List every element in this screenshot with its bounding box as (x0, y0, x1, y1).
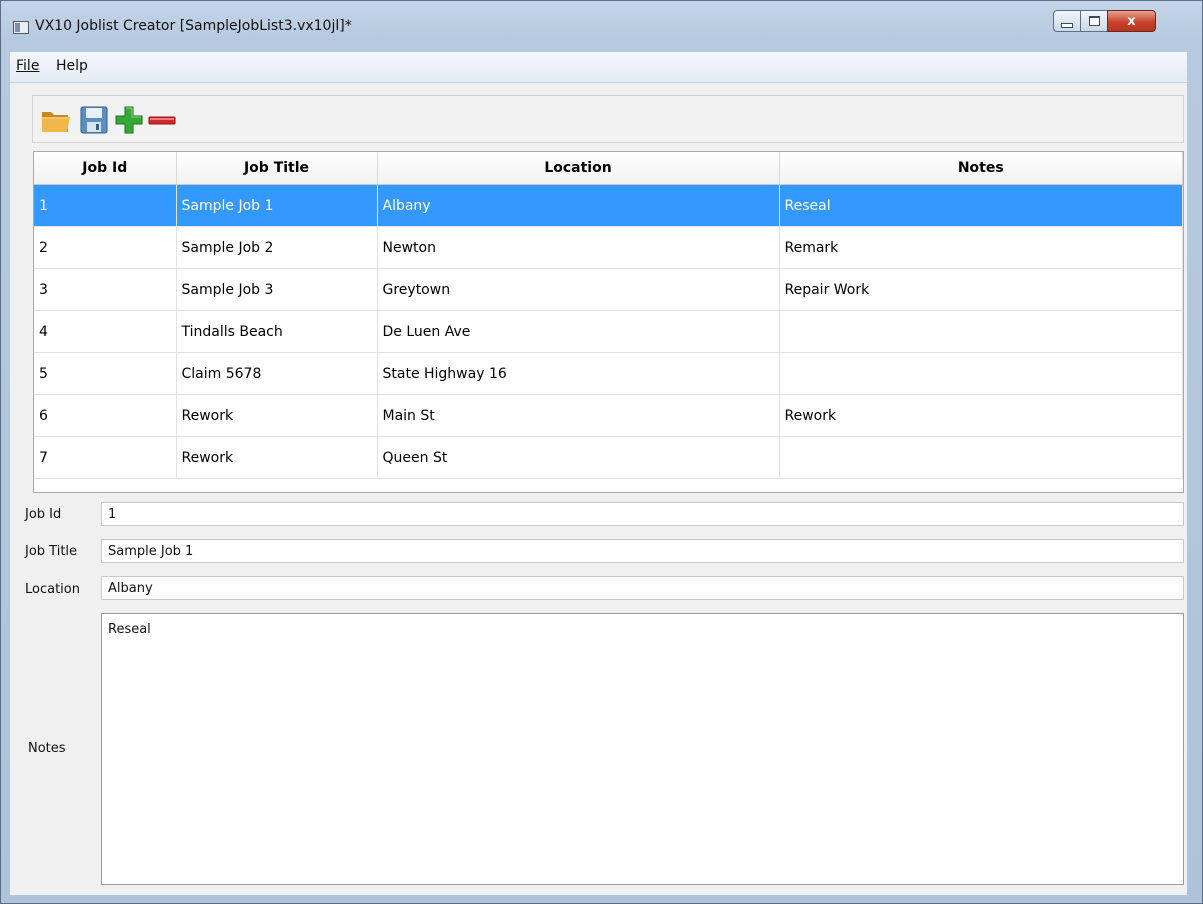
column-header-location[interactable]: Location (377, 152, 780, 185)
cell-location[interactable]: Newton (377, 226, 780, 269)
add-icon[interactable] (113, 104, 145, 136)
maximize-button[interactable] (1080, 10, 1108, 32)
title-bar[interactable]: VX10 Joblist Creator [SampleJobList3.vx1… (1, 1, 1202, 51)
job-id-label: Job Id (25, 507, 62, 522)
cell-job-id[interactable]: 1 (34, 184, 177, 227)
table-row[interactable]: 2 Sample Job 2 Newton Remark (34, 226, 1183, 269)
cell-job-title[interactable]: Rework (176, 394, 378, 437)
menu-file-label: File (16, 58, 40, 74)
toolbar (32, 95, 1184, 143)
cell-location[interactable]: Greytown (377, 268, 780, 311)
cell-location[interactable]: Albany (377, 184, 780, 227)
location-label: Location (25, 582, 80, 597)
table-header-row: Job Id Job Title Location Notes (34, 152, 1183, 185)
location-field[interactable] (101, 576, 1184, 600)
cell-notes[interactable] (779, 310, 1183, 353)
remove-icon[interactable] (146, 104, 178, 136)
job-id-field[interactable] (101, 502, 1184, 526)
notes-label: Notes (28, 741, 66, 756)
table-row[interactable]: 4 Tindalls Beach De Luen Ave (34, 310, 1183, 353)
job-title-label: Job Title (25, 544, 78, 559)
cell-notes[interactable]: Remark (779, 226, 1183, 269)
save-icon[interactable] (78, 104, 110, 136)
cell-job-id[interactable]: 7 (34, 436, 177, 479)
close-icon: x (1127, 13, 1136, 29)
cell-location[interactable]: Main St (377, 394, 780, 437)
cell-job-title[interactable]: Rework (176, 436, 378, 479)
cell-notes[interactable]: Rework (779, 394, 1183, 437)
cell-job-title[interactable]: Tindalls Beach (176, 310, 378, 353)
table-row[interactable]: 6 Rework Main St Rework (34, 394, 1183, 437)
column-header-notes[interactable]: Notes (779, 152, 1183, 185)
table-row[interactable]: 3 Sample Job 3 Greytown Repair Work (34, 268, 1183, 311)
app-icon (13, 21, 29, 34)
cell-job-id[interactable]: 6 (34, 394, 177, 437)
cell-job-title[interactable]: Claim 5678 (176, 352, 378, 395)
main-panel: Job Id Job Title Location Notes 1 Sample… (10, 83, 1187, 895)
menu-help[interactable]: Help (56, 58, 88, 74)
cell-notes[interactable] (779, 352, 1183, 395)
column-header-job-id[interactable]: Job Id (34, 152, 177, 185)
job-title-field[interactable] (101, 539, 1184, 563)
cell-job-id[interactable]: 2 (34, 226, 177, 269)
table-row[interactable]: 7 Rework Queen St (34, 436, 1183, 479)
cell-location[interactable]: Queen St (377, 436, 780, 479)
table-row[interactable]: 5 Claim 5678 State Highway 16 (34, 352, 1183, 395)
menu-bar: File Help (10, 52, 1187, 83)
minimize-button[interactable] (1053, 10, 1081, 32)
cell-location[interactable]: De Luen Ave (377, 310, 780, 353)
cell-job-id[interactable]: 5 (34, 352, 177, 395)
cell-notes[interactable]: Repair Work (779, 268, 1183, 311)
app-window: VX10 Joblist Creator [SampleJobList3.vx1… (0, 0, 1203, 904)
column-header-job-title[interactable]: Job Title (176, 152, 378, 185)
close-button[interactable]: x (1107, 10, 1156, 32)
cell-job-title[interactable]: Sample Job 3 (176, 268, 378, 311)
menu-file[interactable]: File (16, 58, 39, 74)
minimize-icon (1061, 22, 1073, 28)
cell-job-title[interactable]: Sample Job 2 (176, 226, 378, 269)
open-folder-icon[interactable] (40, 104, 72, 136)
cell-notes[interactable]: Reseal (779, 184, 1183, 227)
cell-location[interactable]: State Highway 16 (377, 352, 780, 395)
cell-job-id[interactable]: 3 (34, 268, 177, 311)
cell-job-title[interactable]: Sample Job 1 (176, 184, 378, 227)
cell-notes[interactable] (779, 436, 1183, 479)
window-title: VX10 Joblist Creator [SampleJobList3.vx1… (35, 18, 352, 34)
maximize-icon (1088, 16, 1100, 26)
job-table[interactable]: Job Id Job Title Location Notes 1 Sample… (33, 151, 1184, 493)
table-row[interactable]: 1 Sample Job 1 Albany Reseal (34, 184, 1183, 227)
notes-field[interactable]: Reseal (101, 613, 1184, 885)
cell-job-id[interactable]: 4 (34, 310, 177, 353)
